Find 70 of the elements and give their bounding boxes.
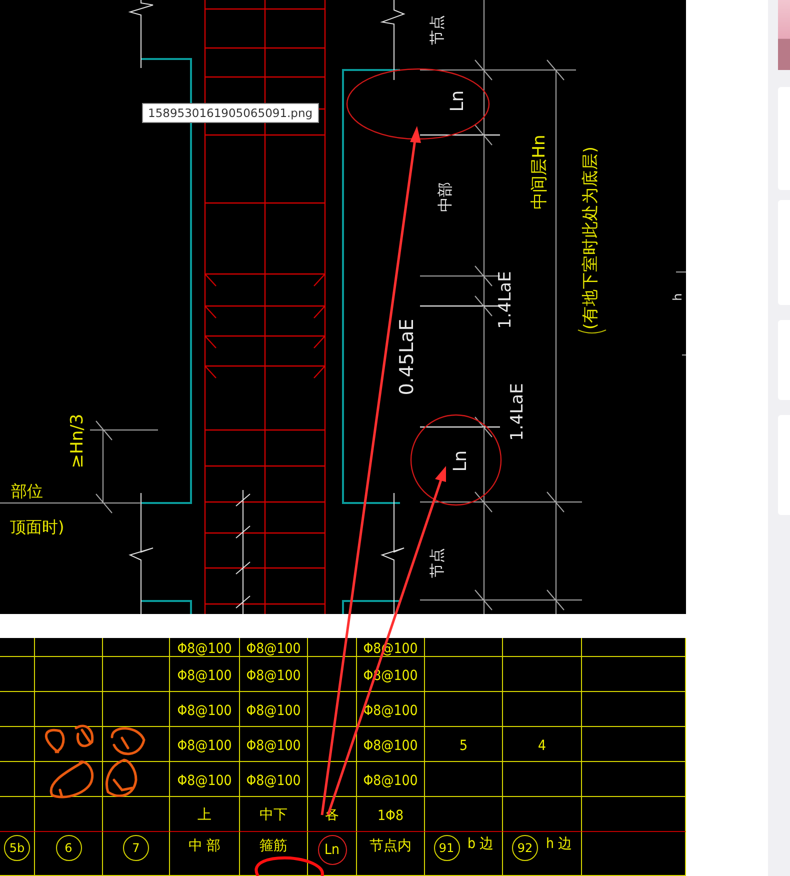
- drawing-label: 中部: [436, 182, 454, 212]
- table-cell: [103, 657, 170, 692]
- drawing-label: h: [670, 293, 684, 301]
- table-cell: [308, 657, 357, 692]
- ink-scribble: [44, 728, 65, 754]
- table-cell: Φ8@100: [170, 657, 240, 692]
- table-cell: Φ8@100: [240, 692, 308, 727]
- drawing-label: Ln: [446, 90, 468, 112]
- circled-number: 7: [123, 835, 149, 861]
- table-cell: [0, 727, 35, 762]
- table-cell: Φ8@100: [357, 727, 425, 762]
- drawing-label: 0.45LaE: [396, 318, 418, 396]
- table-cell: [35, 692, 103, 727]
- table-cell: 中 部: [170, 832, 240, 876]
- table-cell: 节点内: [357, 832, 425, 876]
- thumbnail-image[interactable]: [778, 0, 790, 70]
- drawing-label: 顶面时): [10, 517, 64, 536]
- drawing-label: Ln: [450, 450, 471, 472]
- table-cell: Φ8@100: [170, 638, 240, 657]
- table-cell: 箍筋: [240, 832, 308, 876]
- table-cell: Φ8@100: [357, 762, 425, 797]
- table-cell: [35, 727, 103, 762]
- circled-number: 92: [512, 835, 538, 861]
- table-cell: Φ8@100: [240, 762, 308, 797]
- table-cell: 1Φ8: [357, 797, 425, 832]
- table-cell: Φ8@100: [240, 727, 308, 762]
- ink-scribble: [106, 758, 138, 798]
- cell-text: h 边: [546, 835, 572, 853]
- ink-scribble: [74, 724, 94, 748]
- ink-scribble: [110, 727, 146, 756]
- circled-number: 6: [56, 835, 82, 861]
- table-cell: [103, 762, 170, 797]
- table-cell: Φ8@100: [170, 727, 240, 762]
- drawing-label: 部位: [11, 481, 43, 500]
- drawing-label: (有地下室时此处为底层): [580, 146, 600, 330]
- drawing-label: 1.4LaE: [496, 271, 516, 329]
- circled-label: Ln: [318, 835, 346, 865]
- table-cell: 中下: [240, 797, 308, 832]
- table-cell: [308, 762, 357, 797]
- cell-text: b 边: [468, 835, 494, 853]
- table-cell: [103, 727, 170, 762]
- drawing-label: 中间层Hn: [530, 134, 550, 210]
- table-cell: Φ8@100: [357, 692, 425, 727]
- table-cell: 4: [503, 727, 582, 762]
- filename-tooltip: 1589530161905065091.png: [142, 103, 319, 123]
- drawing-label: 1.4LaE: [508, 383, 528, 441]
- table-cell: Φ8@100: [170, 692, 240, 727]
- table-cell: [0, 762, 35, 797]
- circled-number: 5b: [4, 835, 30, 861]
- drawing-label: ≥Hn/3: [68, 414, 88, 468]
- circled-number: 91: [434, 835, 460, 861]
- ink-scribble: [50, 760, 94, 798]
- table-cell: Φ8@100: [240, 638, 308, 657]
- table-cell: [0, 657, 35, 692]
- table-cell: 5: [425, 727, 503, 762]
- drawing-label: 节点: [428, 15, 446, 45]
- table-cell: [35, 762, 103, 797]
- table-cell: [0, 638, 35, 657]
- table-cell: [308, 692, 357, 727]
- table-cell: [35, 657, 103, 692]
- table-cell: 上: [170, 797, 240, 832]
- drawing-label: 节点: [428, 548, 446, 578]
- table-cell: Φ8@100: [240, 657, 308, 692]
- table-cell: Φ8@100: [170, 762, 240, 797]
- table-cell: [308, 727, 357, 762]
- table-cell: [35, 638, 103, 657]
- table-cell: [103, 692, 170, 727]
- table-cell: [103, 638, 170, 657]
- table-cell: [0, 692, 35, 727]
- table-cell: [308, 638, 357, 657]
